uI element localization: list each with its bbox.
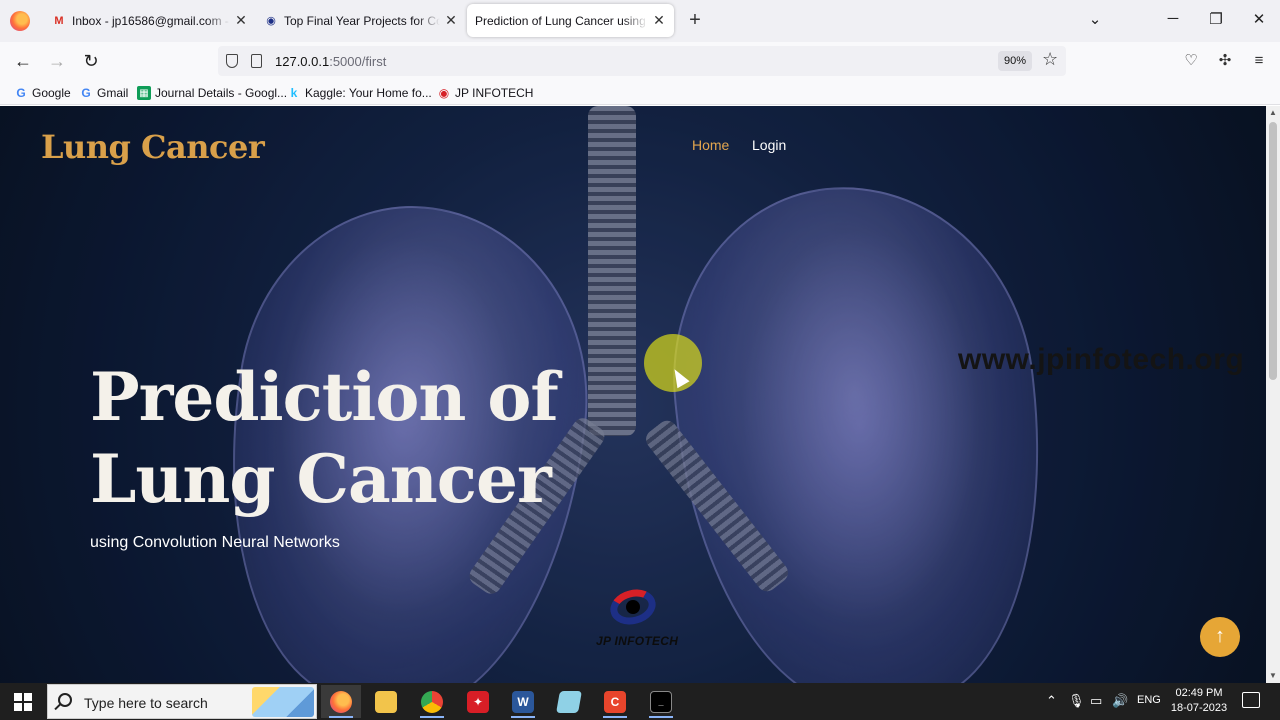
site-logo[interactable]: Lung Cancer bbox=[41, 128, 265, 166]
scroll-down-arrow-icon[interactable]: ▼ bbox=[1266, 669, 1280, 683]
pdf-icon: ✦ bbox=[467, 690, 489, 713]
url-text[interactable]: 127.0.0.1:5000/first bbox=[275, 54, 386, 69]
terminal-icon: _ bbox=[650, 690, 672, 713]
gmail-icon: M bbox=[54, 14, 64, 27]
kaggle-icon: k bbox=[290, 86, 298, 100]
bookmarks-toolbar: G Google G Gmail ▦ Journal Details - Goo… bbox=[0, 80, 1280, 105]
bookmark-label: Kaggle: Your Home fo... bbox=[305, 86, 432, 100]
nav-home-link[interactable]: Home bbox=[692, 137, 729, 153]
page-hero: Lung Cancer Home Login www.jpinfotech.or… bbox=[0, 106, 1266, 683]
taskbar-file-explorer[interactable] bbox=[366, 685, 406, 718]
volume-icon[interactable]: 🔊 bbox=[1112, 693, 1128, 709]
close-tab-icon[interactable]: ✕ bbox=[234, 12, 248, 29]
windows-taskbar: Type here to search ✦ W C _ ⌃ 🎙 ▭ 🔊 ENG … bbox=[0, 683, 1280, 720]
url-path: :5000/first bbox=[329, 54, 387, 69]
windows-start-icon[interactable] bbox=[14, 693, 32, 711]
network-icon[interactable]: ▭ bbox=[1090, 693, 1102, 709]
menu-icon[interactable]: ≡ bbox=[1250, 52, 1268, 70]
restore-icon[interactable]: ❐ bbox=[1206, 10, 1226, 28]
bookmark-google[interactable]: G Google bbox=[14, 84, 71, 102]
taskbar-search-box[interactable]: Type here to search bbox=[47, 684, 317, 719]
minimize-icon[interactable]: ─ bbox=[1163, 10, 1183, 27]
chrome-icon bbox=[421, 690, 443, 713]
google-icon: G bbox=[16, 86, 26, 100]
hero-subtitle: using Convolution Neural Networks bbox=[90, 534, 340, 551]
page-info-icon[interactable] bbox=[251, 54, 262, 68]
new-tab-button[interactable]: + bbox=[684, 9, 706, 32]
reload-icon[interactable]: ↻ bbox=[80, 50, 102, 72]
taskbar-chrome[interactable] bbox=[412, 685, 452, 718]
notification-center-icon[interactable] bbox=[1242, 692, 1260, 708]
bookmark-label: Journal Details - Googl... bbox=[155, 86, 288, 100]
clock-time: 02:49 PM bbox=[1175, 687, 1223, 699]
show-hidden-icons-icon[interactable]: ⌃ bbox=[1046, 693, 1057, 709]
tab-title: Top Final Year Projects for Com bbox=[284, 13, 440, 28]
search-placeholder: Type here to search bbox=[84, 695, 208, 711]
taskbar-terminal[interactable]: _ bbox=[641, 685, 681, 718]
page-scrollbar[interactable]: ▲ ▼ bbox=[1266, 106, 1280, 683]
bookmark-label: Google bbox=[32, 86, 71, 100]
taskbar-acrobat[interactable]: ✦ bbox=[458, 685, 498, 718]
search-highlight-image bbox=[252, 687, 314, 717]
bookmark-label: Gmail bbox=[97, 86, 129, 100]
firefox-icon[interactable] bbox=[10, 11, 30, 31]
taskbar-firefox[interactable] bbox=[321, 685, 361, 718]
bookmark-gmail[interactable]: G Gmail bbox=[79, 84, 128, 102]
tab-bar: M Inbox - jp16586@gmail.com - G ✕ ◉ Top … bbox=[0, 0, 1280, 42]
logo-text: JP INFOTECH bbox=[596, 634, 679, 648]
scrollbar-thumb[interactable] bbox=[1269, 122, 1277, 380]
url-host: 127.0.0.1 bbox=[275, 54, 330, 69]
folder-icon bbox=[375, 690, 397, 713]
jp-infotech-icon: ◉ bbox=[266, 15, 276, 27]
jp-infotech-logo: JP INFOTECH bbox=[596, 582, 692, 652]
back-to-top-button[interactable]: ↑ bbox=[1200, 617, 1240, 657]
close-tab-icon[interactable]: ✕ bbox=[444, 12, 458, 29]
tab-prediction[interactable]: Prediction of Lung Cancer using Co ✕ bbox=[467, 4, 674, 37]
taskbar-ccleaner[interactable]: C bbox=[595, 685, 635, 718]
sheets-icon: ▦ bbox=[137, 86, 151, 100]
extensions-icon[interactable]: ✣ bbox=[1216, 52, 1234, 70]
bookmark-label: JP INFOTECH bbox=[455, 86, 534, 100]
watermark-text: www.jpinfotech.org bbox=[958, 343, 1245, 376]
close-tab-icon[interactable]: ✕ bbox=[652, 12, 666, 29]
zoom-level-button[interactable]: 90% bbox=[998, 51, 1033, 71]
app-icon bbox=[556, 690, 582, 713]
bookmark-star-icon[interactable]: ☆ bbox=[1042, 49, 1058, 70]
tab-title: Inbox - jp16586@gmail.com - G bbox=[72, 13, 230, 28]
microphone-icon[interactable]: 🎙 bbox=[1068, 693, 1085, 709]
tab-projects[interactable]: ◉ Top Final Year Projects for Com ✕ bbox=[256, 4, 466, 37]
bookmark-journal-details[interactable]: ▦ Journal Details - Googl... bbox=[137, 84, 287, 102]
word-icon: W bbox=[512, 690, 534, 713]
cursor-highlight bbox=[644, 334, 702, 392]
jp-infotech-icon: ◉ bbox=[438, 86, 450, 100]
logo-dot-shape bbox=[626, 600, 640, 614]
navigation-toolbar: ← → ↻ 127.0.0.1:5000/first 90% ☆ ♡ ✣ ≡ bbox=[0, 42, 1280, 80]
taskbar-app[interactable] bbox=[549, 685, 589, 718]
list-tabs-icon[interactable]: ⌄ bbox=[1085, 10, 1105, 28]
taskbar-clock[interactable]: 02:49 PM 18-07-2023 bbox=[1166, 686, 1232, 716]
scroll-up-arrow-icon[interactable]: ▲ bbox=[1266, 106, 1280, 120]
tab-title: Prediction of Lung Cancer using Co bbox=[475, 13, 648, 28]
tracking-protection-icon[interactable] bbox=[226, 54, 238, 68]
bookmark-kaggle[interactable]: k Kaggle: Your Home fo... bbox=[287, 84, 432, 102]
google-icon: G bbox=[81, 86, 91, 100]
back-icon[interactable]: ← bbox=[12, 50, 34, 72]
taskbar-word[interactable]: W bbox=[503, 685, 543, 718]
close-window-icon[interactable]: ✕ bbox=[1249, 10, 1269, 28]
hero-title: Prediction of Lung Cancer bbox=[90, 358, 559, 518]
nav-login-link[interactable]: Login bbox=[752, 137, 786, 153]
firefox-icon bbox=[330, 690, 352, 713]
url-bar[interactable]: 127.0.0.1:5000/first 90% ☆ bbox=[218, 46, 1066, 76]
bookmark-jp-infotech[interactable]: ◉ JP INFOTECH bbox=[437, 84, 534, 102]
language-indicator[interactable]: ENG bbox=[1137, 694, 1161, 706]
clock-date: 18-07-2023 bbox=[1170, 702, 1228, 714]
tab-inbox[interactable]: M Inbox - jp16586@gmail.com - G ✕ bbox=[44, 4, 256, 37]
search-icon bbox=[58, 693, 72, 707]
c-app-icon: C bbox=[604, 690, 626, 713]
pocket-icon[interactable]: ♡ bbox=[1182, 52, 1200, 70]
forward-icon[interactable]: → bbox=[46, 50, 68, 72]
